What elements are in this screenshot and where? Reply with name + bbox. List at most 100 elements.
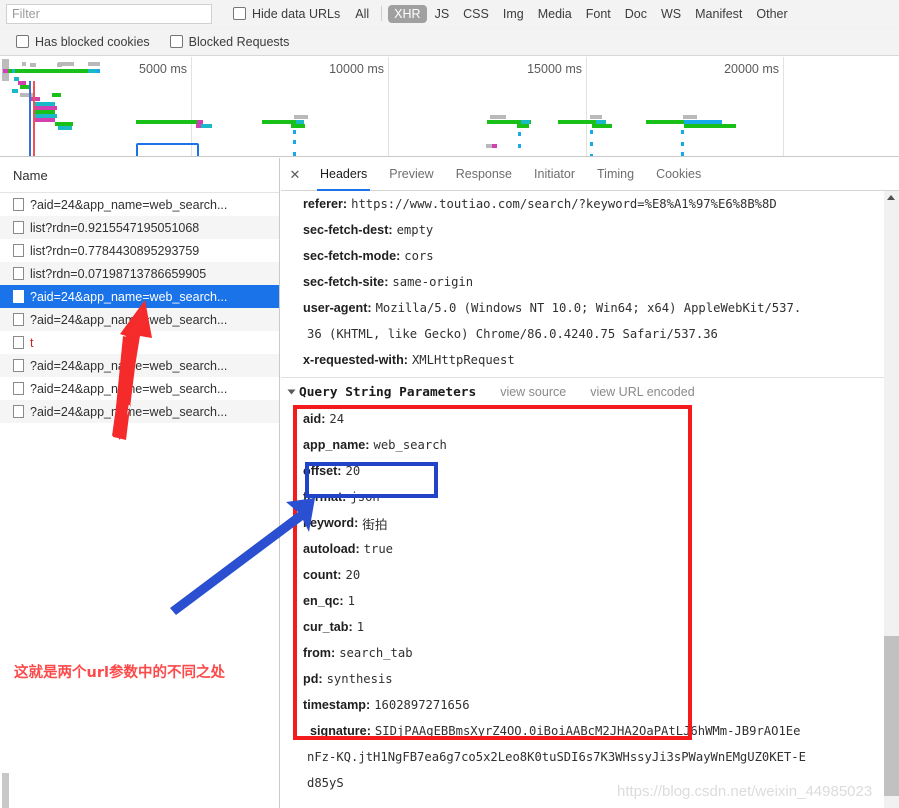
close-icon[interactable]: ✕ xyxy=(281,158,309,191)
query-string-title: Query String Parameters xyxy=(299,384,477,400)
request-row[interactable]: list?rdn=0.9215547195051068 xyxy=(0,216,279,239)
tab-timing[interactable]: Timing xyxy=(586,158,645,191)
request-name: ?aid=24&app_name=web_search... xyxy=(30,197,228,212)
query-param-row: autoload: true xyxy=(281,536,899,562)
request-name: ?aid=24&app_name=web_search... xyxy=(30,381,228,396)
query-param-value: 20 xyxy=(345,568,361,582)
query-param-key: cur_tab: xyxy=(303,620,353,634)
header-value: empty xyxy=(396,223,434,237)
query-param-key: _signature: xyxy=(303,724,371,738)
request-name: list?rdn=0.7784430895293759 xyxy=(30,243,200,258)
view-url-encoded-link[interactable]: view URL encoded xyxy=(590,385,694,399)
type-filter-doc[interactable]: Doc xyxy=(619,5,653,23)
blocked-requests-checkbox[interactable]: Blocked Requests xyxy=(169,35,289,49)
type-filter-js[interactable]: JS xyxy=(429,5,456,23)
request-row[interactable]: t xyxy=(0,331,279,354)
request-name: t xyxy=(30,335,34,350)
has-blocked-cookies-checkbox[interactable]: Has blocked cookies xyxy=(16,35,150,49)
header-key: sec-fetch-mode: xyxy=(303,249,401,263)
overview-dcl-marker xyxy=(29,81,31,156)
request-row[interactable]: list?rdn=0.7784430895293759 xyxy=(0,239,279,262)
tab-cookies[interactable]: Cookies xyxy=(645,158,712,191)
type-filter-all[interactable]: All xyxy=(349,5,375,23)
type-filter-css[interactable]: CSS xyxy=(457,5,495,23)
header-value: cors xyxy=(404,249,434,263)
request-row[interactable]: ?aid=24&app_name=web_search... xyxy=(0,354,279,377)
overview-bar xyxy=(293,140,296,144)
file-icon xyxy=(13,267,24,280)
type-filter-media[interactable]: Media xyxy=(532,5,578,23)
request-row[interactable]: ?aid=24&app_name=web_search... xyxy=(0,377,279,400)
query-string-section-header[interactable]: Query String Parameters view source view… xyxy=(281,378,899,406)
request-row[interactable]: ?aid=24&app_name=web_search... xyxy=(0,308,279,331)
request-row[interactable]: ?aid=24&app_name=web_search... xyxy=(0,193,279,216)
header-row: user-agent: Mozilla/5.0 (Windows NT 10.0;… xyxy=(281,295,899,321)
query-param-row: count: 20 xyxy=(281,562,899,588)
hide-data-urls-checkbox[interactable]: Hide data URLs xyxy=(233,7,340,21)
tab-headers[interactable]: Headers xyxy=(309,158,378,191)
query-param-value: 1 xyxy=(356,620,365,634)
tab-response[interactable]: Response xyxy=(445,158,523,191)
query-param-value: d85yS xyxy=(307,776,344,790)
scrollbar-thumb[interactable] xyxy=(884,636,899,796)
overview-tick-label: 15000 ms xyxy=(527,62,582,76)
file-icon xyxy=(13,290,24,303)
overview-bar xyxy=(96,69,100,73)
query-param-key: keyword: xyxy=(303,516,359,530)
type-filter-font[interactable]: Font xyxy=(580,5,617,23)
tab-preview[interactable]: Preview xyxy=(378,158,444,191)
header-row-continuation: 36 (KHTML, like Gecko) Chrome/86.0.4240.… xyxy=(281,321,899,347)
request-row[interactable]: ?aid=24&app_name=web_search... xyxy=(0,285,279,308)
query-param-row: pd: synthesis xyxy=(281,666,899,692)
list-scroll-grip[interactable] xyxy=(2,773,9,808)
request-row[interactable]: list?rdn=0.07198713786659905 xyxy=(0,262,279,285)
query-param-key: app_name: xyxy=(303,438,370,452)
network-overview-timeline[interactable]: 5000 ms 10000 ms 15000 ms 20000 ms xyxy=(0,57,899,157)
request-name: ?aid=24&app_name=web_search... xyxy=(30,404,228,419)
header-value: same-origin xyxy=(392,275,474,289)
scroll-up-arrow-icon[interactable] xyxy=(887,195,895,200)
request-name: ?aid=24&app_name=web_search... xyxy=(30,358,228,373)
hide-data-urls-label: Hide data URLs xyxy=(252,6,341,21)
query-param-key: count: xyxy=(303,568,342,582)
checkbox-box-icon xyxy=(169,35,183,48)
request-name: list?rdn=0.9215547195051068 xyxy=(30,220,200,235)
query-param-value: 20 xyxy=(345,464,361,478)
file-icon xyxy=(13,336,24,349)
tab-initiator[interactable]: Initiator xyxy=(523,158,586,191)
overview-bar xyxy=(22,62,26,66)
overview-bar xyxy=(30,63,36,67)
network-filter-toolbar-secondary: Has blocked cookies Blocked Requests xyxy=(0,28,899,56)
overview-bar xyxy=(293,152,296,156)
column-header-name: Name xyxy=(13,167,48,183)
overview-tick-label: 10000 ms xyxy=(329,62,384,76)
header-key: referer: xyxy=(303,197,348,211)
query-param-value: 1 xyxy=(347,594,355,608)
type-filter-ws[interactable]: WS xyxy=(655,5,687,23)
type-filter-other[interactable]: Other xyxy=(750,5,793,23)
header-value: https://www.toutiao.com/search/?keyword=… xyxy=(351,197,777,211)
query-param-row: aid: 24 xyxy=(281,406,899,432)
devtools-network-panel: Hide data URLs All XHRJSCSSImgMediaFontDo… xyxy=(0,0,899,808)
overview-bar xyxy=(590,130,593,134)
type-filter-xhr[interactable]: XHR xyxy=(388,4,427,23)
filter-input[interactable] xyxy=(6,3,212,24)
detail-vertical-scrollbar[interactable] xyxy=(884,191,899,808)
filter-separator xyxy=(381,6,383,21)
request-row[interactable]: ?aid=24&app_name=web_search... xyxy=(0,400,279,423)
query-param-value: SIDjPAAgEBBmsXyrZ4OO.0iBoiAABcM2JHA2OaPA… xyxy=(374,724,801,738)
query-param-value: search_tab xyxy=(339,646,413,660)
query-param-row: app_name: web_search xyxy=(281,432,899,458)
detail-tabs: Headers Preview Response Initiator Timing Coo… xyxy=(309,158,712,191)
view-source-link[interactable]: view source xyxy=(500,385,566,399)
chevron-down-icon[interactable] xyxy=(287,389,296,395)
overview-bar xyxy=(490,115,506,119)
request-list-column-header[interactable]: Name xyxy=(0,158,279,193)
query-param-value: 1602897271656 xyxy=(374,698,470,712)
type-filter-img[interactable]: Img xyxy=(497,5,530,23)
request-list-panel: Name ?aid=24&app_name=web_search... list?… xyxy=(0,158,280,808)
header-value: 36 (KHTML, like Gecko) Chrome/86.0.4240.… xyxy=(307,327,718,341)
type-filter-manifest[interactable]: Manifest xyxy=(689,5,748,23)
overview-bar xyxy=(518,132,521,136)
query-param-row: keyword: 街拍 xyxy=(281,510,899,536)
